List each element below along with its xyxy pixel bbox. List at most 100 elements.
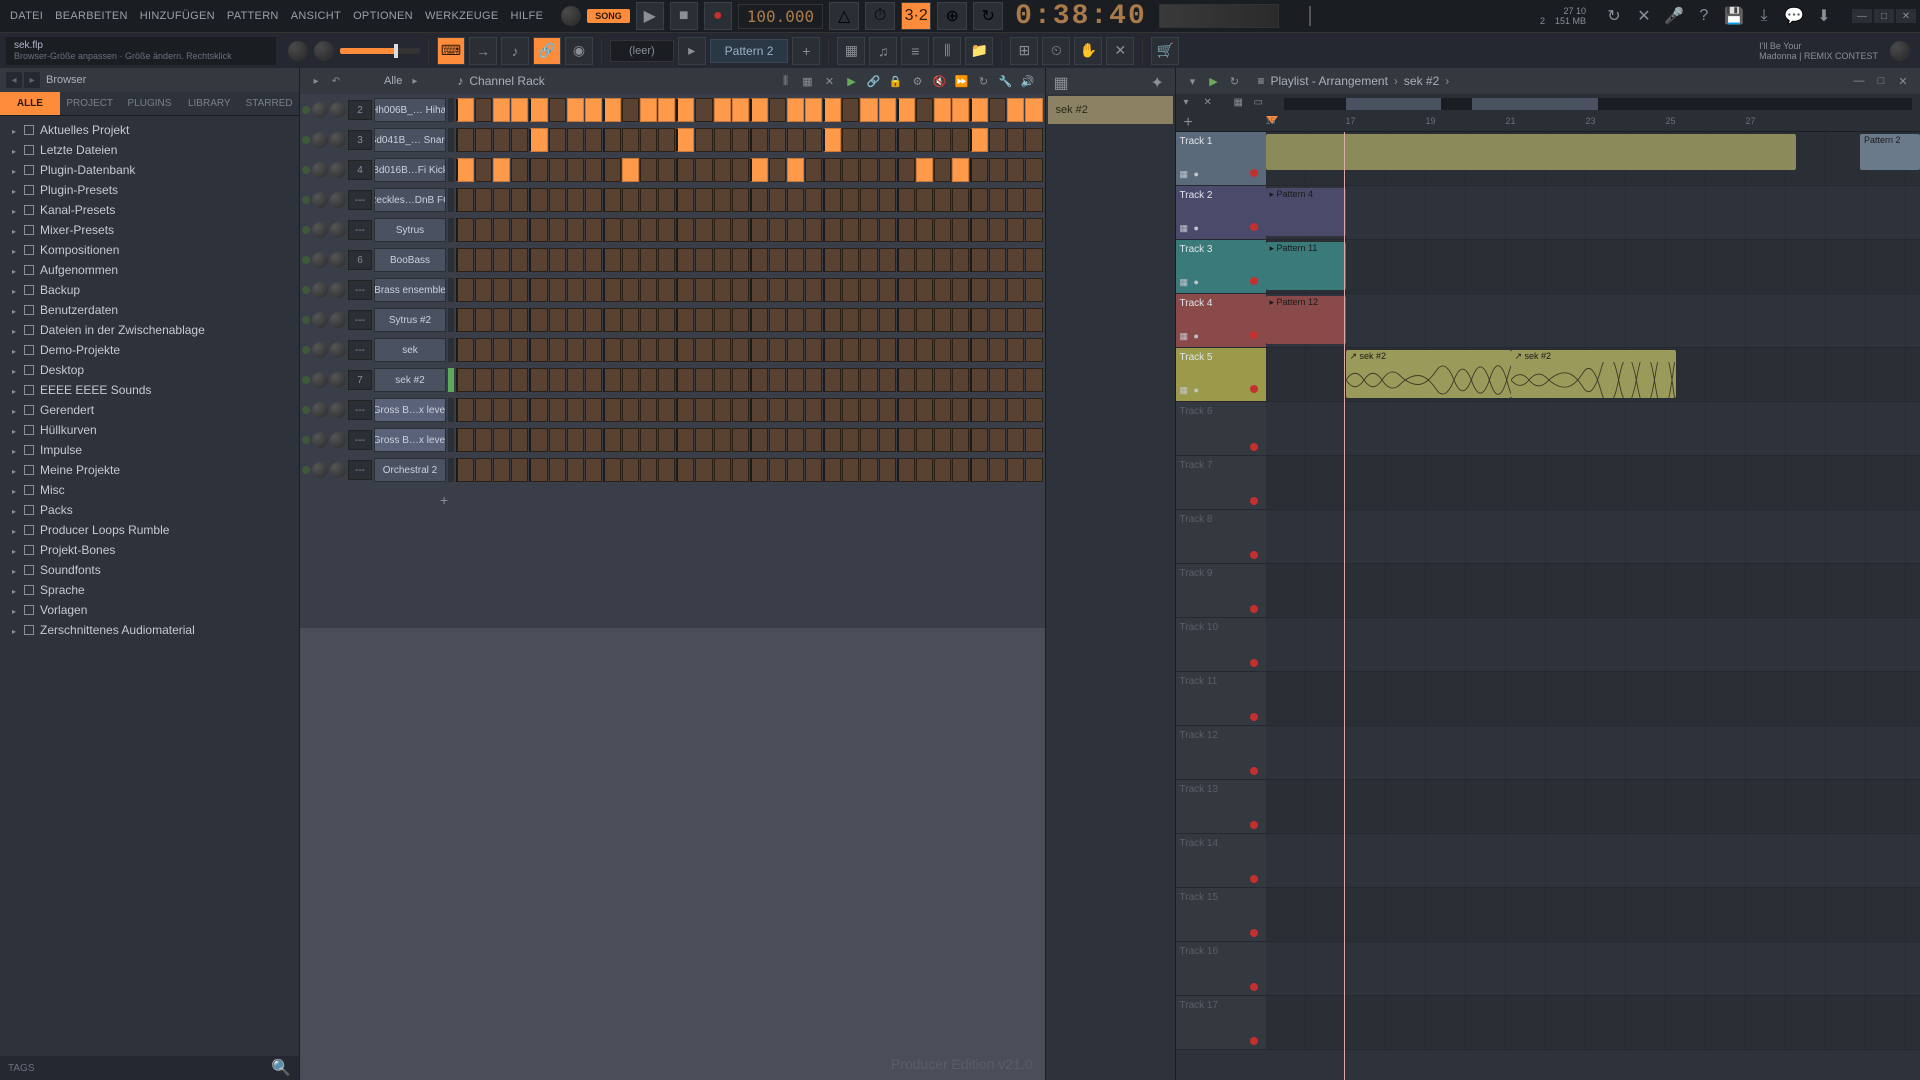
step-cell[interactable] — [732, 158, 749, 182]
step-cell[interactable] — [549, 248, 566, 272]
audio-clip[interactable]: ↗ sek #2 — [1346, 350, 1511, 398]
step-cell[interactable] — [676, 158, 694, 182]
step-cell[interactable] — [842, 428, 859, 452]
step-cell[interactable] — [493, 308, 510, 332]
tree-item[interactable]: Vorlagen — [0, 600, 299, 620]
step-cell[interactable] — [658, 278, 675, 302]
step-cell[interactable] — [879, 308, 896, 332]
step-cell[interactable] — [640, 308, 657, 332]
step-cell[interactable] — [934, 218, 951, 242]
channel-route[interactable]: 2 — [348, 100, 372, 120]
step-cell[interactable] — [676, 458, 694, 482]
step-cell[interactable] — [603, 158, 621, 182]
piano-roll-button[interactable]: ♫ — [869, 37, 897, 65]
channel-name-button[interactable]: Sd041B_… Snare — [374, 128, 446, 152]
cr-undo-button[interactable]: ↶ — [328, 73, 344, 89]
tree-item[interactable]: Gerendert — [0, 400, 299, 420]
pattern-clip[interactable]: ▸ Pattern 12 — [1266, 296, 1346, 344]
step-cell[interactable] — [456, 248, 474, 272]
step-cell[interactable] — [732, 368, 749, 392]
step-cell[interactable] — [676, 368, 694, 392]
step-cell[interactable] — [549, 308, 566, 332]
step-cell[interactable] — [493, 368, 510, 392]
step-cell[interactable] — [475, 248, 492, 272]
step-cell[interactable] — [585, 128, 602, 152]
cr-filter-select[interactable]: Alle — [384, 75, 402, 87]
step-cell[interactable] — [787, 248, 804, 272]
step-cell[interactable] — [970, 128, 988, 152]
tree-item[interactable]: Plugin-Datenbank — [0, 160, 299, 180]
track-rec-dot[interactable] — [1250, 929, 1258, 937]
step-cell[interactable] — [805, 188, 822, 212]
step-cell[interactable] — [695, 428, 712, 452]
step-cell[interactable] — [549, 98, 566, 122]
step-cell[interactable] — [549, 158, 566, 182]
step-cell[interactable] — [456, 458, 474, 482]
step-cell[interactable] — [456, 218, 474, 242]
step-cell[interactable] — [585, 308, 602, 332]
step-cell[interactable] — [567, 398, 584, 422]
step-cell[interactable] — [897, 128, 915, 152]
step-cell[interactable] — [769, 428, 786, 452]
step-cell[interactable] — [585, 398, 602, 422]
channel-pan-knob[interactable] — [312, 132, 328, 148]
step-cell[interactable] — [805, 368, 822, 392]
step-cell[interactable] — [549, 368, 566, 392]
step-cell[interactable] — [916, 428, 933, 452]
step-cell[interactable] — [970, 308, 988, 332]
step-cell[interactable] — [1007, 278, 1024, 302]
step-cell[interactable] — [640, 368, 657, 392]
step-cell[interactable] — [714, 188, 731, 212]
step-cell[interactable] — [529, 338, 547, 362]
track-rec-dot[interactable] — [1250, 983, 1258, 991]
track-mute-icon[interactable]: ▦ — [1180, 277, 1192, 289]
step-cell[interactable] — [1007, 428, 1024, 452]
menu-optionen[interactable]: OPTIONEN — [347, 10, 419, 22]
track-rec-dot[interactable] — [1250, 821, 1258, 829]
step-cell[interactable] — [732, 218, 749, 242]
step-cell[interactable] — [860, 98, 877, 122]
step-cell[interactable] — [1025, 188, 1042, 212]
channel-vol-knob[interactable] — [330, 372, 346, 388]
step-cell[interactable] — [475, 218, 492, 242]
step-cell[interactable] — [879, 398, 896, 422]
step-cell[interactable] — [842, 308, 859, 332]
step-cell[interactable] — [989, 368, 1006, 392]
step-cell[interactable] — [1007, 128, 1024, 152]
step-cell[interactable] — [658, 188, 675, 212]
track-rec-dot[interactable] — [1250, 169, 1258, 177]
step-cell[interactable] — [511, 188, 528, 212]
step-cell[interactable] — [952, 188, 969, 212]
step-cell[interactable] — [1025, 218, 1042, 242]
channel-name-button[interactable]: sek #2 — [374, 368, 446, 392]
channel-select[interactable] — [448, 98, 454, 122]
step-cell[interactable] — [695, 248, 712, 272]
track-rec-dot[interactable] — [1250, 385, 1258, 393]
step-cell[interactable] — [511, 248, 528, 272]
step-cell[interactable] — [952, 308, 969, 332]
track-rec-dot[interactable] — [1250, 767, 1258, 775]
browser-fwd-button[interactable]: ▸ — [24, 72, 40, 88]
tree-item[interactable]: Dateien in der Zwischenablage — [0, 320, 299, 340]
step-cell[interactable] — [511, 458, 528, 482]
step-cell[interactable] — [714, 338, 731, 362]
step-cell[interactable] — [622, 428, 639, 452]
step-cell[interactable] — [769, 98, 786, 122]
track-lane[interactable]: ▸ Pattern 12 — [1266, 294, 1920, 347]
track-lane[interactable] — [1266, 456, 1920, 509]
close-all-button[interactable]: ✕ — [1106, 37, 1134, 65]
menu-pattern[interactable]: PATTERN — [221, 10, 285, 22]
step-cell[interactable] — [934, 98, 951, 122]
step-cell[interactable] — [897, 188, 915, 212]
step-cell[interactable] — [676, 278, 694, 302]
channel-name-button[interactable]: sek — [374, 338, 446, 362]
channel-mute-led[interactable] — [302, 136, 310, 144]
step-cell[interactable] — [1007, 248, 1024, 272]
step-cell[interactable] — [823, 308, 841, 332]
step-cell[interactable] — [989, 338, 1006, 362]
step-cell[interactable] — [493, 428, 510, 452]
channel-vol-knob[interactable] — [330, 192, 346, 208]
tree-item[interactable]: Hüllkurven — [0, 420, 299, 440]
step-cell[interactable] — [475, 428, 492, 452]
step-cell[interactable] — [916, 308, 933, 332]
